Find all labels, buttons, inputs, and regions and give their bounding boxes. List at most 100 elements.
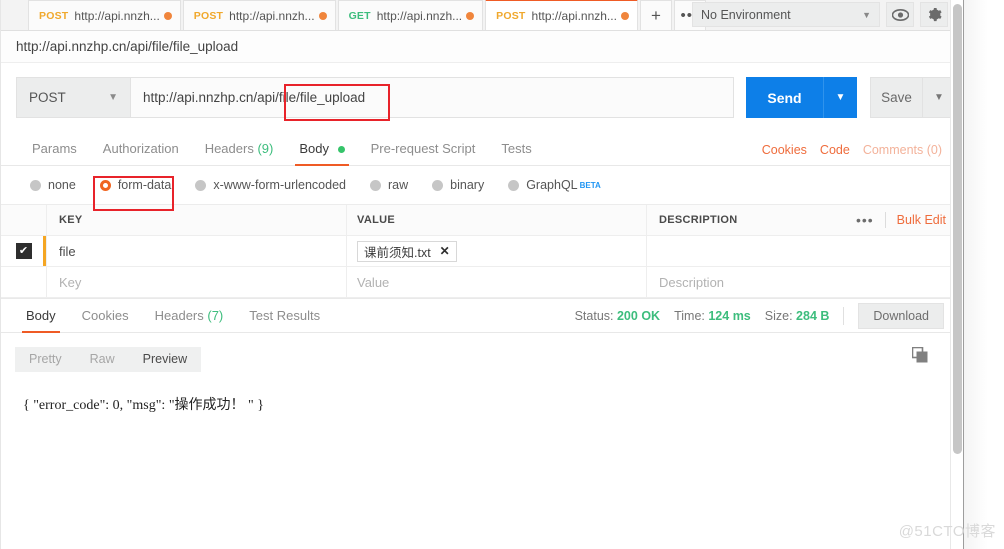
request-tab-2-url: http://api.nnzh... xyxy=(229,8,315,23)
header-value-label: VALUE xyxy=(357,214,395,226)
row-description-cell[interactable] xyxy=(646,236,956,266)
breadcrumb: http://api.nnzhp.cn/api/file/file_upload xyxy=(1,31,956,63)
body-type-raw[interactable]: raw xyxy=(368,175,410,195)
body-type-graphql[interactable]: GraphQL BETA xyxy=(506,175,603,195)
header-description-cell: DESCRIPTION ••• Bulk Edit xyxy=(646,205,956,235)
environment-zone: No Environment ▼ xyxy=(692,2,948,27)
size-group: Size: 284 B xyxy=(765,309,830,323)
tab-params[interactable]: Params xyxy=(19,141,90,165)
body-type-binary[interactable]: binary xyxy=(430,175,486,195)
copy-button[interactable] xyxy=(911,346,929,367)
new-tab-button[interactable]: + xyxy=(639,0,672,30)
chevron-down-icon: ▼ xyxy=(862,9,871,20)
placeholder-description-cell[interactable]: Description xyxy=(646,267,956,297)
send-button[interactable]: Send xyxy=(746,77,823,118)
tab-headers-label: Headers xyxy=(204,141,254,156)
body-type-form-data-label: form-data xyxy=(117,178,172,192)
request-tab-4-active[interactable]: POST http://api.nnzh... xyxy=(485,0,638,30)
response-tab-test-results[interactable]: Test Results xyxy=(236,308,333,332)
radio-icon-selected xyxy=(99,179,111,191)
status-label: Status: xyxy=(574,308,614,323)
download-button[interactable]: Download xyxy=(858,302,944,329)
view-mode-raw[interactable]: Raw xyxy=(76,347,129,372)
file-chip[interactable]: 课前须知.txt ✕ xyxy=(357,240,457,262)
row-key-cell[interactable]: file xyxy=(46,236,346,266)
response-meta: Status: 200 OK Time: 124 ms Size: 284 B … xyxy=(575,299,944,332)
row-checkbox[interactable]: ✔ xyxy=(15,243,32,259)
code-link[interactable]: Code xyxy=(820,143,850,157)
table-header-row: KEY VALUE DESCRIPTION ••• Bulk Edit xyxy=(1,205,956,236)
send-group: Send ▼ xyxy=(746,77,857,118)
request-section-tabs: Params Authorization Headers (9) Body Pr… xyxy=(1,132,956,166)
placeholder-description-text: Description xyxy=(659,274,725,290)
response-tab-headers-count: (7) xyxy=(207,308,224,323)
page-scrollbar[interactable] xyxy=(950,0,963,549)
row-value-cell[interactable]: 课前须知.txt ✕ xyxy=(346,236,646,266)
graphql-beta-badge: BETA xyxy=(579,180,601,190)
table-options-button[interactable]: ••• xyxy=(856,212,874,228)
chevron-down-icon: ▼ xyxy=(108,92,118,103)
body-type-urlencoded-label: x-www-form-urlencoded xyxy=(213,178,346,192)
request-tab-1-url: http://api.nnzh... xyxy=(74,8,160,23)
request-tab-1[interactable]: POST http://api.nnzh... xyxy=(28,0,181,30)
response-body-panel: Pretty Raw Preview { "error_code": 0, "m… xyxy=(1,333,956,414)
save-group: Save ▼ xyxy=(870,77,956,118)
environment-select[interactable]: No Environment ▼ xyxy=(692,2,880,27)
radio-icon xyxy=(432,179,444,191)
tab-body[interactable]: Body xyxy=(286,141,357,166)
divider xyxy=(884,212,886,228)
environment-quick-look-button[interactable] xyxy=(886,2,914,27)
unsaved-dot-icon xyxy=(318,11,327,20)
body-type-none[interactable]: none xyxy=(28,175,78,195)
request-right-links: Cookies Code Comments (0) xyxy=(762,143,942,157)
radio-icon xyxy=(508,179,520,191)
http-method-select[interactable]: POST ▼ xyxy=(16,77,131,118)
tab-headers[interactable]: Headers (9) xyxy=(192,141,287,165)
placeholder-value-text: Value xyxy=(357,274,390,290)
gear-icon xyxy=(928,7,942,22)
status-badge: 200 OK xyxy=(616,308,661,323)
request-tab-2-method: POST xyxy=(193,9,224,22)
url-input[interactable]: http://api.nnzhp.cn/api/file/file_upload xyxy=(131,77,734,118)
close-icon[interactable]: ✕ xyxy=(440,244,450,258)
response-tab-headers[interactable]: Headers (7) xyxy=(142,308,237,332)
status-group: Status: 200 OK xyxy=(575,309,661,323)
send-options-button[interactable]: ▼ xyxy=(823,77,857,118)
placeholder-value-cell[interactable]: Value xyxy=(346,267,646,297)
response-body-text: { "error_code": 0, "msg": "操作成功！ " } xyxy=(23,398,264,413)
row-checkbox-cell: ✔ xyxy=(1,236,46,266)
postman-app: POST http://api.nnzh... POST http://api.… xyxy=(0,0,1004,549)
request-tab-4-method: POST xyxy=(496,9,526,22)
settings-button[interactable] xyxy=(920,2,948,27)
unsaved-dot-icon xyxy=(163,11,172,20)
view-mode-pretty[interactable]: Pretty xyxy=(15,347,76,372)
environment-select-value: No Environment xyxy=(701,7,791,22)
body-type-graphql-label: GraphQL xyxy=(526,178,578,192)
response-tab-body[interactable]: Body xyxy=(13,308,69,333)
tab-headers-count: (9) xyxy=(257,141,274,156)
body-type-radio-group: none form-data x-www-form-urlencoded raw… xyxy=(1,166,956,205)
bulk-edit-button[interactable]: Bulk Edit xyxy=(897,213,946,227)
divider xyxy=(843,306,845,325)
table-placeholder-row[interactable]: Key Value Description xyxy=(1,267,956,298)
placeholder-key-cell[interactable]: Key xyxy=(46,267,346,297)
tab-pre-request-script[interactable]: Pre-request Script xyxy=(358,141,489,165)
tab-authorization[interactable]: Authorization xyxy=(90,141,192,165)
request-tab-2[interactable]: POST http://api.nnzh... xyxy=(182,0,336,30)
request-tab-1-method: POST xyxy=(39,9,69,22)
cookies-link[interactable]: Cookies xyxy=(762,143,807,157)
header-check-cell xyxy=(1,205,46,235)
view-mode-preview[interactable]: Preview xyxy=(129,347,201,372)
save-button[interactable]: Save xyxy=(870,77,923,118)
tab-tests[interactable]: Tests xyxy=(488,141,544,165)
body-type-urlencoded[interactable]: x-www-form-urlencoded xyxy=(193,175,348,195)
table-row[interactable]: ✔ file 课前须知.txt ✕ xyxy=(1,236,956,267)
unsaved-dot-icon xyxy=(620,11,629,20)
response-tab-cookies[interactable]: Cookies xyxy=(69,308,142,332)
request-tab-3[interactable]: GET http://api.nnzh... xyxy=(337,0,484,30)
body-type-form-data[interactable]: form-data xyxy=(98,175,174,195)
page-title: http://api.nnzhp.cn/api/file/file_upload xyxy=(16,39,239,54)
comments-link[interactable]: Comments (0) xyxy=(863,143,942,157)
placeholder-key-text: Key xyxy=(59,274,82,290)
page-scrollbar-thumb[interactable] xyxy=(953,4,962,454)
